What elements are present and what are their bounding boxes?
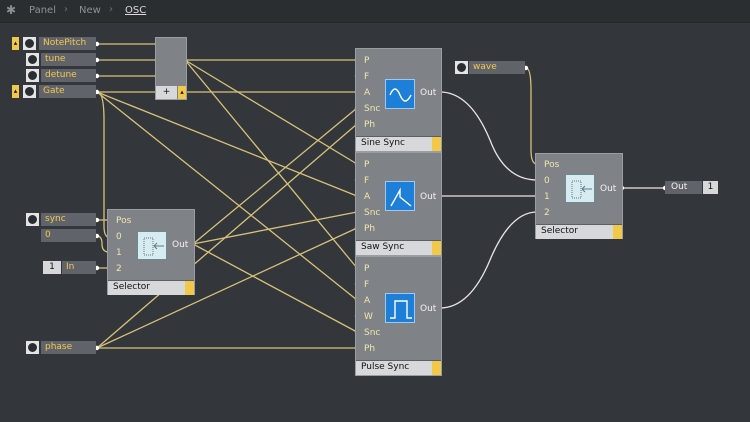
port-w: W: [364, 312, 373, 322]
knob-icon[interactable]: [26, 69, 39, 82]
wire: [439, 211, 538, 309]
wire: [525, 67, 538, 165]
port-a: A: [364, 192, 371, 202]
control-phase[interactable]: phase: [41, 341, 96, 354]
knob-icon[interactable]: [23, 37, 36, 50]
selector-small-title: Selector: [108, 280, 194, 295]
const-value[interactable]: 0: [41, 229, 96, 242]
knob-icon[interactable]: [26, 213, 39, 226]
port-1: 1: [544, 192, 550, 202]
control-notepitch[interactable]: NotePitch: [39, 37, 96, 50]
port-out: Out: [600, 184, 617, 194]
control-toggle[interactable]: ▴: [12, 37, 19, 50]
port-ph: Ph: [364, 120, 376, 130]
selector-small-block[interactable]: Pos 0 1 2 Out Selector: [107, 209, 195, 295]
saw-wave-icon: [385, 181, 415, 211]
output-module-number: 1: [703, 181, 718, 194]
pulse-wave-icon: [385, 293, 415, 323]
port-p: P: [364, 56, 370, 66]
knob-icon[interactable]: [26, 341, 39, 354]
control-tune[interactable]: tune: [41, 53, 96, 66]
wire: [184, 59, 358, 269]
port-out: Out: [172, 240, 189, 250]
port-snc: Snc: [364, 208, 381, 218]
control-gate[interactable]: Gate: [39, 85, 96, 98]
port-a: A: [364, 296, 371, 306]
port-1: 1: [116, 248, 122, 258]
port-out: Out: [420, 192, 437, 202]
wire: [439, 91, 538, 181]
port-2: 2: [544, 208, 550, 218]
sine-wave-icon: [385, 79, 415, 109]
port-0: 0: [544, 176, 550, 186]
in-label[interactable]: In: [62, 261, 96, 274]
adder-toggle[interactable]: ▴: [178, 86, 186, 99]
knob-icon[interactable]: [23, 85, 36, 98]
wire: [96, 91, 358, 197]
selector-icon: [565, 174, 595, 203]
sine-sync-title: Sine Sync: [356, 136, 441, 151]
port-f: F: [364, 176, 370, 186]
port-f: F: [364, 280, 370, 290]
port-p: P: [364, 264, 370, 274]
sine-sync-block[interactable]: P F A Snc Ph Out Sine Sync: [355, 48, 442, 152]
wire: [184, 59, 358, 165]
selector-main-title: Selector: [536, 224, 622, 239]
output-module-label[interactable]: Out: [665, 181, 702, 194]
in-number: 1: [43, 261, 61, 274]
selector-icon: [137, 231, 167, 260]
port-a: A: [364, 88, 371, 98]
port-ph: Ph: [364, 344, 376, 354]
wire: [192, 107, 358, 245]
port-snc: Snc: [364, 104, 381, 114]
port-pos: Pos: [116, 216, 132, 226]
port-snc: Snc: [364, 328, 381, 338]
saw-sync-title: Saw Sync: [356, 240, 441, 255]
port-out: Out: [420, 88, 437, 98]
port-ph: Ph: [364, 224, 376, 234]
saw-sync-block[interactable]: P F A Snc Ph Out Saw Sync: [355, 152, 442, 256]
knob-icon[interactable]: [26, 53, 39, 66]
control-sync[interactable]: sync: [41, 213, 96, 226]
control-detune[interactable]: detune: [41, 69, 96, 82]
port-2: 2: [116, 264, 122, 274]
port-p: P: [364, 160, 370, 170]
pulse-sync-block[interactable]: P F A W Snc Ph Out Pulse Sync: [355, 256, 442, 376]
knob-icon[interactable]: [455, 61, 468, 74]
pulse-sync-title: Pulse Sync: [356, 360, 441, 375]
port-f: F: [364, 72, 370, 82]
port-out: Out: [420, 304, 437, 314]
wire: [192, 243, 358, 333]
selector-main-block[interactable]: Pos 0 1 2 Out Selector: [535, 153, 623, 239]
control-toggle[interactable]: ▴: [12, 85, 19, 98]
port-0: 0: [116, 232, 122, 242]
port-pos: Pos: [544, 160, 560, 170]
adder-label: +: [156, 86, 177, 99]
control-wave[interactable]: wave: [469, 61, 525, 74]
